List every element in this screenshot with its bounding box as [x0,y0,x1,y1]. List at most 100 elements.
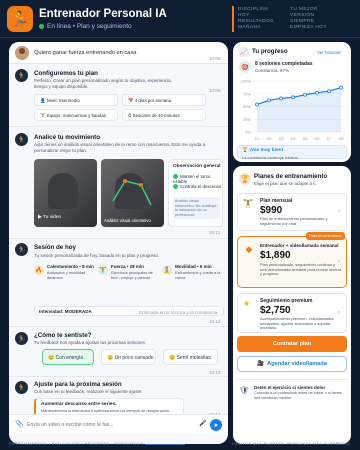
data-point [339,85,343,90]
observation-box: Observación general Mantén el torso esta… [168,159,223,227]
send-icon[interactable]: ➤ [210,419,222,431]
coach-avatar-icon: 🏃 [15,133,28,146]
page-number: 01 / 01 [336,442,351,446]
footer: ENTRENAMIENTO • EVALUACIÓN • PROGRESO • … [0,439,360,450]
encouragement-badge: 🏆 ¡Vas muy bien! La constancia construye… [237,145,347,160]
plan-monthly[interactable]: 🏋 Plan mensual $990 Plan de entrenamient… [237,193,347,231]
chevron-right-icon: › [338,310,340,316]
x-tick-label: S8 [339,136,345,141]
user-message: Quiero ganar fuerza entrenando en casa 1… [9,42,228,64]
chart-icon: 📈 [239,47,249,57]
intensity-bar: Intensidad: MODERADA Enfocada en la técn… [34,306,224,316]
session-blocks: 🔥 Calentamiento • 8 min Activación y movil… [34,264,221,280]
feeling-tired-button[interactable]: 😐 Un poco cansado [101,349,156,365]
session-body: Tu sesión personalizada de hoy, basada e… [34,253,160,258]
sessions-count: 8 sesiones completadas [255,61,313,67]
video-icon: ▶ [38,215,42,220]
plan-premium[interactable]: ★ Seguimiento premium $2,750 Acompañamie… [237,293,347,333]
trophy-icon: 🏆 [239,173,251,185]
history-link[interactable]: Ver historial [317,50,341,55]
plan-video-weekly[interactable]: Plan recomendado ◆ Entrenador + videolla… [237,232,347,288]
composer: 📎 🎤 ➤ [9,414,228,434]
feeling-pain-button[interactable]: 😟 Sentí molestias [163,349,218,365]
progress-card: 📈 Tu progreso Ver historial 🎯 8 sesiones… [233,42,351,162]
avatar [15,46,29,60]
y-tick-label: 0% [245,130,251,135]
plans-sub: Elige el plan que se adapte a ti. [254,181,317,186]
x-tick-label: S4 [291,136,297,141]
coach-avatar-icon: 🏃 [15,243,28,256]
x-tick-label: S1 [255,136,261,141]
mic-icon[interactable]: 🎤 [199,420,206,427]
safety-warning: 🛡 Detén el ejercicio si sientes dolor Co… [237,379,347,405]
check-icon [173,184,178,190]
recommended-badge: Plan recomendado [306,232,345,240]
field-duration: ⏱ Sesiones de 40 minutos [122,109,206,121]
video-label: ▶ Tu video [38,215,62,220]
app-title: Entrenador Personal IA [39,8,167,20]
y-tick-label: 50% [243,104,251,109]
diamond-icon: ◆ [245,243,253,254]
session-title: Sesión de hoy [34,244,76,251]
timestamp: 10:11 [209,230,221,235]
video-camera-icon: 🎥 [257,361,265,367]
status-line: En línea • Plan y seguimiento [39,23,132,30]
plans-title: Planes de entrenamiento [254,173,328,180]
data-point [291,95,295,100]
plan-message-body: Perfecto. Crear un plan personalizado se… [34,78,172,89]
feedback-body: Tu feedback nos ayuda a ajustar tus próx… [34,340,147,345]
data-point [279,96,283,101]
feedback-title: ¿Cómo te sentiste? [34,332,92,339]
x-tick-label: S5 [303,136,309,141]
user-message-text: Quiero ganar fuerza entrenando en casa [34,50,137,56]
area-fill [257,87,341,132]
flame-icon: 🔥 [34,265,44,275]
x-tick-label: S7 [327,136,333,141]
timestamp: 10:09 [209,88,221,93]
data-point [327,89,331,94]
footer-tagline: HÁBITOS MÁS FUERTES. PERSONAS MÁS FUERTE… [232,442,346,446]
schedule-video-button[interactable]: 🎥 Agendar videollamada [237,356,347,372]
timestamp: 10:12 [209,319,221,324]
x-tick-label: S3 [279,136,285,141]
online-dot-icon [39,23,44,29]
tagline-col-2: TU MEJOR VERSIÓN SIEMPRE EMPIEZA HOY [290,7,327,30]
field-equipment: 🏋 Equipo: mancuernas y bandas [34,109,118,121]
data-point [255,102,259,107]
chevron-right-icon: › [338,209,340,215]
hire-plan-button[interactable]: Contratar plan [237,336,347,352]
progress-chart: 100% 75% 50% 25% 0% S1 S2 S3 S4 S5 S6 S7 S8 [241,79,345,141]
y-tick-label: 100% [241,79,252,84]
field-level: 👤 Nivel: Intermedio [34,94,118,106]
analysis-label: Análisis visual orientativo [104,218,151,223]
x-tick-label: S6 [315,136,321,141]
user-video-thumbnail[interactable]: ▶ Tu video [34,159,97,227]
dumbbell-icon: 🏋 [98,265,108,275]
message-input[interactable] [27,419,197,431]
analysis-thumbnail[interactable]: Análisis visual orientativo [101,159,164,227]
feeling-energetic-button[interactable]: 😊 Con energía [42,349,94,365]
target-icon: 🎯 [239,61,251,73]
timestamp: 10:08 [209,56,221,61]
progress-title: Tu progreso [252,48,288,55]
pose-overlay-icon [112,179,152,206]
star-icon: ★ [243,299,251,308]
adjust-title: Ajuste para la próxima sesión [34,381,122,388]
adjust-body: Con base en tu feedback, realizaré el si… [34,389,143,394]
data-point [267,98,271,103]
plan-message-title: Configuremos tu plan [34,70,98,77]
x-tick-label: S2 [267,136,273,141]
coach-avatar-icon: 🏃 [15,332,28,345]
tagline-col-1: DISCIPLINA HOY RESULTADOS MAÑANA [238,7,274,30]
field-days: 📅 4 días por semana [122,94,206,106]
dumbbell-icon: 🏋 [243,199,253,208]
paperclip-icon[interactable]: 📎 [15,420,24,428]
y-tick-label: 75% [243,91,251,96]
move-message-title: Analicé tu movimiento [34,134,101,141]
consistency: Constancia: 87% [255,68,290,73]
runner-logo-icon: 🏃 [7,6,33,32]
data-point [315,90,319,95]
plans-card: 🏆 Planes de entrenamiento Elige el plan … [233,166,351,444]
footer-left: ENTRENAMIENTO • EVALUACIÓN • PROGRESO • … [9,442,144,446]
stretch-icon: 🧘 [162,265,172,275]
